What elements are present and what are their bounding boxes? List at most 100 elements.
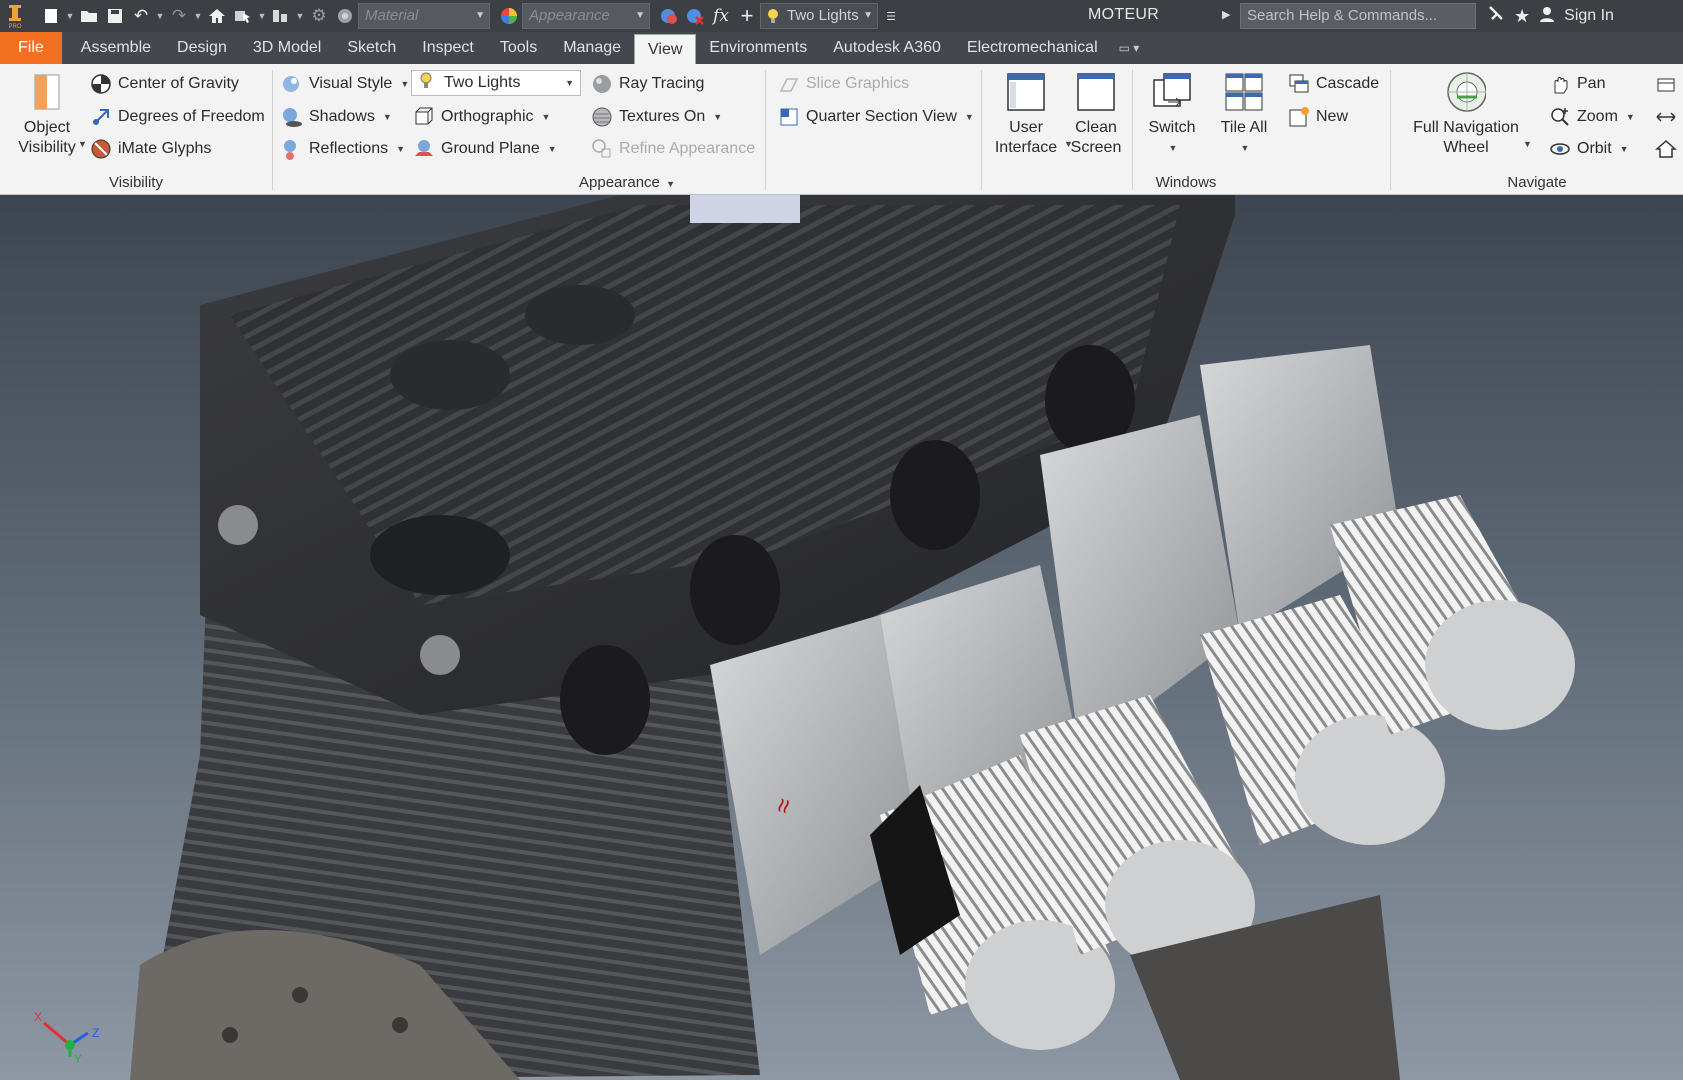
object-visibility-chevron-icon[interactable]: ▼ — [78, 139, 87, 149]
save-icon[interactable] — [102, 3, 128, 29]
degrees-of-freedom-button[interactable]: Degrees of Freedom — [90, 104, 265, 130]
lighting-style-combo[interactable]: Two Lights ▼ — [760, 3, 878, 29]
fx-parameters-icon[interactable]: fx — [708, 3, 734, 29]
orthographic-cube-icon — [413, 106, 435, 128]
search-binoculars-icon[interactable] — [1486, 4, 1506, 29]
sign-in-link[interactable]: Sign In — [1564, 7, 1614, 25]
slice-graphics-button: Slice Graphics — [778, 71, 909, 97]
measure-icon[interactable] — [268, 3, 294, 29]
full-navigation-wheel-button[interactable]: Full Navigation Wheel — [1403, 72, 1529, 158]
ray-tracing-label: Ray Tracing — [619, 75, 705, 92]
measure-dropdown-chevron-icon[interactable]: ▼ — [294, 11, 306, 21]
center-of-gravity-button[interactable]: Center of Gravity — [90, 71, 239, 97]
ribbon-display-options-icon[interactable]: ▭ ▾ — [1111, 32, 1148, 64]
home-view-icon — [1655, 138, 1677, 160]
redo-icon[interactable]: ↷ — [166, 3, 192, 29]
clean-screen-label-1: Clean — [1075, 119, 1117, 136]
appearance-panel-label[interactable]: Appearance ▼ — [273, 174, 981, 191]
home-view-button[interactable] — [1655, 136, 1677, 162]
user-interface-label-1: User — [1009, 119, 1043, 136]
new-dropdown-chevron-icon[interactable]: ▼ — [64, 11, 76, 21]
customize-toolbar-icon[interactable]: ☰ — [878, 3, 904, 29]
pan-button[interactable]: Pan — [1549, 71, 1605, 97]
visual-style-button[interactable]: Visual Style ▼ — [281, 71, 409, 97]
shadows-button[interactable]: Shadows ▼ — [281, 104, 392, 130]
shadows-icon — [281, 106, 303, 128]
orthographic-button[interactable]: Orthographic ▼ — [413, 104, 550, 130]
reflections-label: Reflections — [309, 140, 389, 157]
ray-tracing-button[interactable]: Ray Tracing — [591, 71, 704, 97]
navigation-wheel-chevron-icon[interactable]: ▼ — [1523, 139, 1532, 149]
user-interface-button[interactable]: User Interface — [994, 72, 1058, 158]
appearance-panel-label-text: Appearance — [579, 174, 660, 191]
new-window-button[interactable]: New — [1288, 104, 1348, 130]
tab-view[interactable]: View — [634, 34, 697, 64]
appearance-combo-value: Appearance — [529, 7, 610, 24]
help-search-input[interactable]: Search Help & Commands... — [1240, 3, 1476, 29]
visibility-panel-label: Visibility — [109, 174, 163, 191]
switch-label: Switch — [1148, 119, 1196, 136]
view-cube-toggle-button[interactable] — [1655, 71, 1677, 97]
cascade-icon — [1288, 73, 1310, 95]
switch-button[interactable]: Switch ▼ — [1140, 72, 1204, 158]
tab-sketch[interactable]: Sketch — [334, 32, 409, 64]
home-icon[interactable] — [204, 3, 230, 29]
visual-style-icon — [281, 73, 303, 95]
update-icon[interactable]: ⚙ — [306, 3, 332, 29]
undo-dropdown-chevron-icon[interactable]: ▼ — [154, 11, 166, 21]
tile-all-button[interactable]: Tile All ▼ — [1212, 72, 1276, 158]
tab-file[interactable]: File — [0, 32, 62, 64]
zoom-all-button[interactable] — [1655, 104, 1677, 130]
tab-assemble[interactable]: Assemble — [68, 32, 164, 64]
windows-panel: User Interface ▼ Clean Screen Switch ▼ T… — [982, 64, 1390, 195]
inventor-logo-icon[interactable]: PRO — [0, 0, 30, 32]
textures-on-label: Textures On — [619, 108, 706, 125]
refine-appearance-label: Refine Appearance — [619, 140, 756, 157]
cascade-button[interactable]: Cascade — [1288, 71, 1379, 97]
redo-dropdown-chevron-icon[interactable]: ▼ — [192, 11, 204, 21]
clear-appearance-icon[interactable] — [682, 3, 708, 29]
switch-chevron-icon: ▼ — [1168, 143, 1178, 153]
graphics-viewport[interactable]: ≈ X Y Z — [0, 195, 1683, 1080]
add-plus-icon[interactable]: + — [734, 3, 760, 29]
zoom-button[interactable]: Zoom ▼ — [1549, 104, 1635, 130]
reflections-button[interactable]: Reflections ▼ — [281, 136, 405, 162]
title-arrow-icon[interactable]: ▶ — [1222, 8, 1230, 21]
switch-windows-icon — [1152, 72, 1192, 112]
orbit-button[interactable]: Orbit ▼ — [1549, 136, 1629, 162]
material-combo[interactable]: Material ▼ — [358, 3, 490, 29]
tab-design[interactable]: Design — [164, 32, 240, 64]
reflections-icon — [281, 138, 303, 160]
open-folder-icon[interactable] — [76, 3, 102, 29]
undo-icon[interactable]: ↶ — [128, 3, 154, 29]
full-navigation-wheel-label-2: Wheel — [1443, 139, 1489, 156]
tab-3d-model[interactable]: 3D Model — [240, 32, 334, 64]
select-icon[interactable] — [230, 3, 256, 29]
tab-manage[interactable]: Manage — [550, 32, 634, 64]
orthographic-label: Orthographic — [441, 108, 534, 125]
appearance-combo[interactable]: Appearance ▼ — [522, 3, 650, 29]
appearance-ball-icon[interactable] — [496, 3, 522, 29]
user-icon[interactable] — [1538, 5, 1556, 28]
textures-on-button[interactable]: Textures On ▼ — [591, 104, 722, 130]
tab-autodesk-a360[interactable]: Autodesk A360 — [820, 32, 954, 64]
material-sphere-icon[interactable] — [332, 3, 358, 29]
object-visibility-button[interactable]: Object Visibility — [12, 72, 82, 158]
tab-tools[interactable]: Tools — [487, 32, 550, 64]
textures-on-chevron-icon: ▼ — [713, 112, 723, 122]
ground-plane-button[interactable]: Ground Plane ▼ — [413, 136, 557, 162]
favorites-star-icon[interactable]: ★ — [1514, 6, 1530, 27]
adjust-appearance-icon[interactable] — [656, 3, 682, 29]
engine-model-render[interactable]: ≈ — [0, 195, 1683, 1080]
new-window-icon — [1288, 106, 1310, 128]
new-file-icon[interactable] — [38, 3, 64, 29]
clean-screen-button[interactable]: Clean Screen — [1066, 72, 1126, 158]
imate-glyphs-button[interactable]: iMate Glyphs — [90, 136, 211, 162]
lighting-style-dropdown[interactable]: Two Lights ▼ — [411, 70, 581, 96]
reflections-chevron-icon: ▼ — [396, 144, 406, 154]
tab-electromechanical[interactable]: Electromechanical — [954, 32, 1111, 64]
select-dropdown-chevron-icon[interactable]: ▼ — [256, 11, 268, 21]
tab-inspect[interactable]: Inspect — [409, 32, 487, 64]
tab-environments[interactable]: Environments — [696, 32, 820, 64]
quarter-section-view-button[interactable]: Quarter Section View ▼ — [778, 104, 974, 130]
